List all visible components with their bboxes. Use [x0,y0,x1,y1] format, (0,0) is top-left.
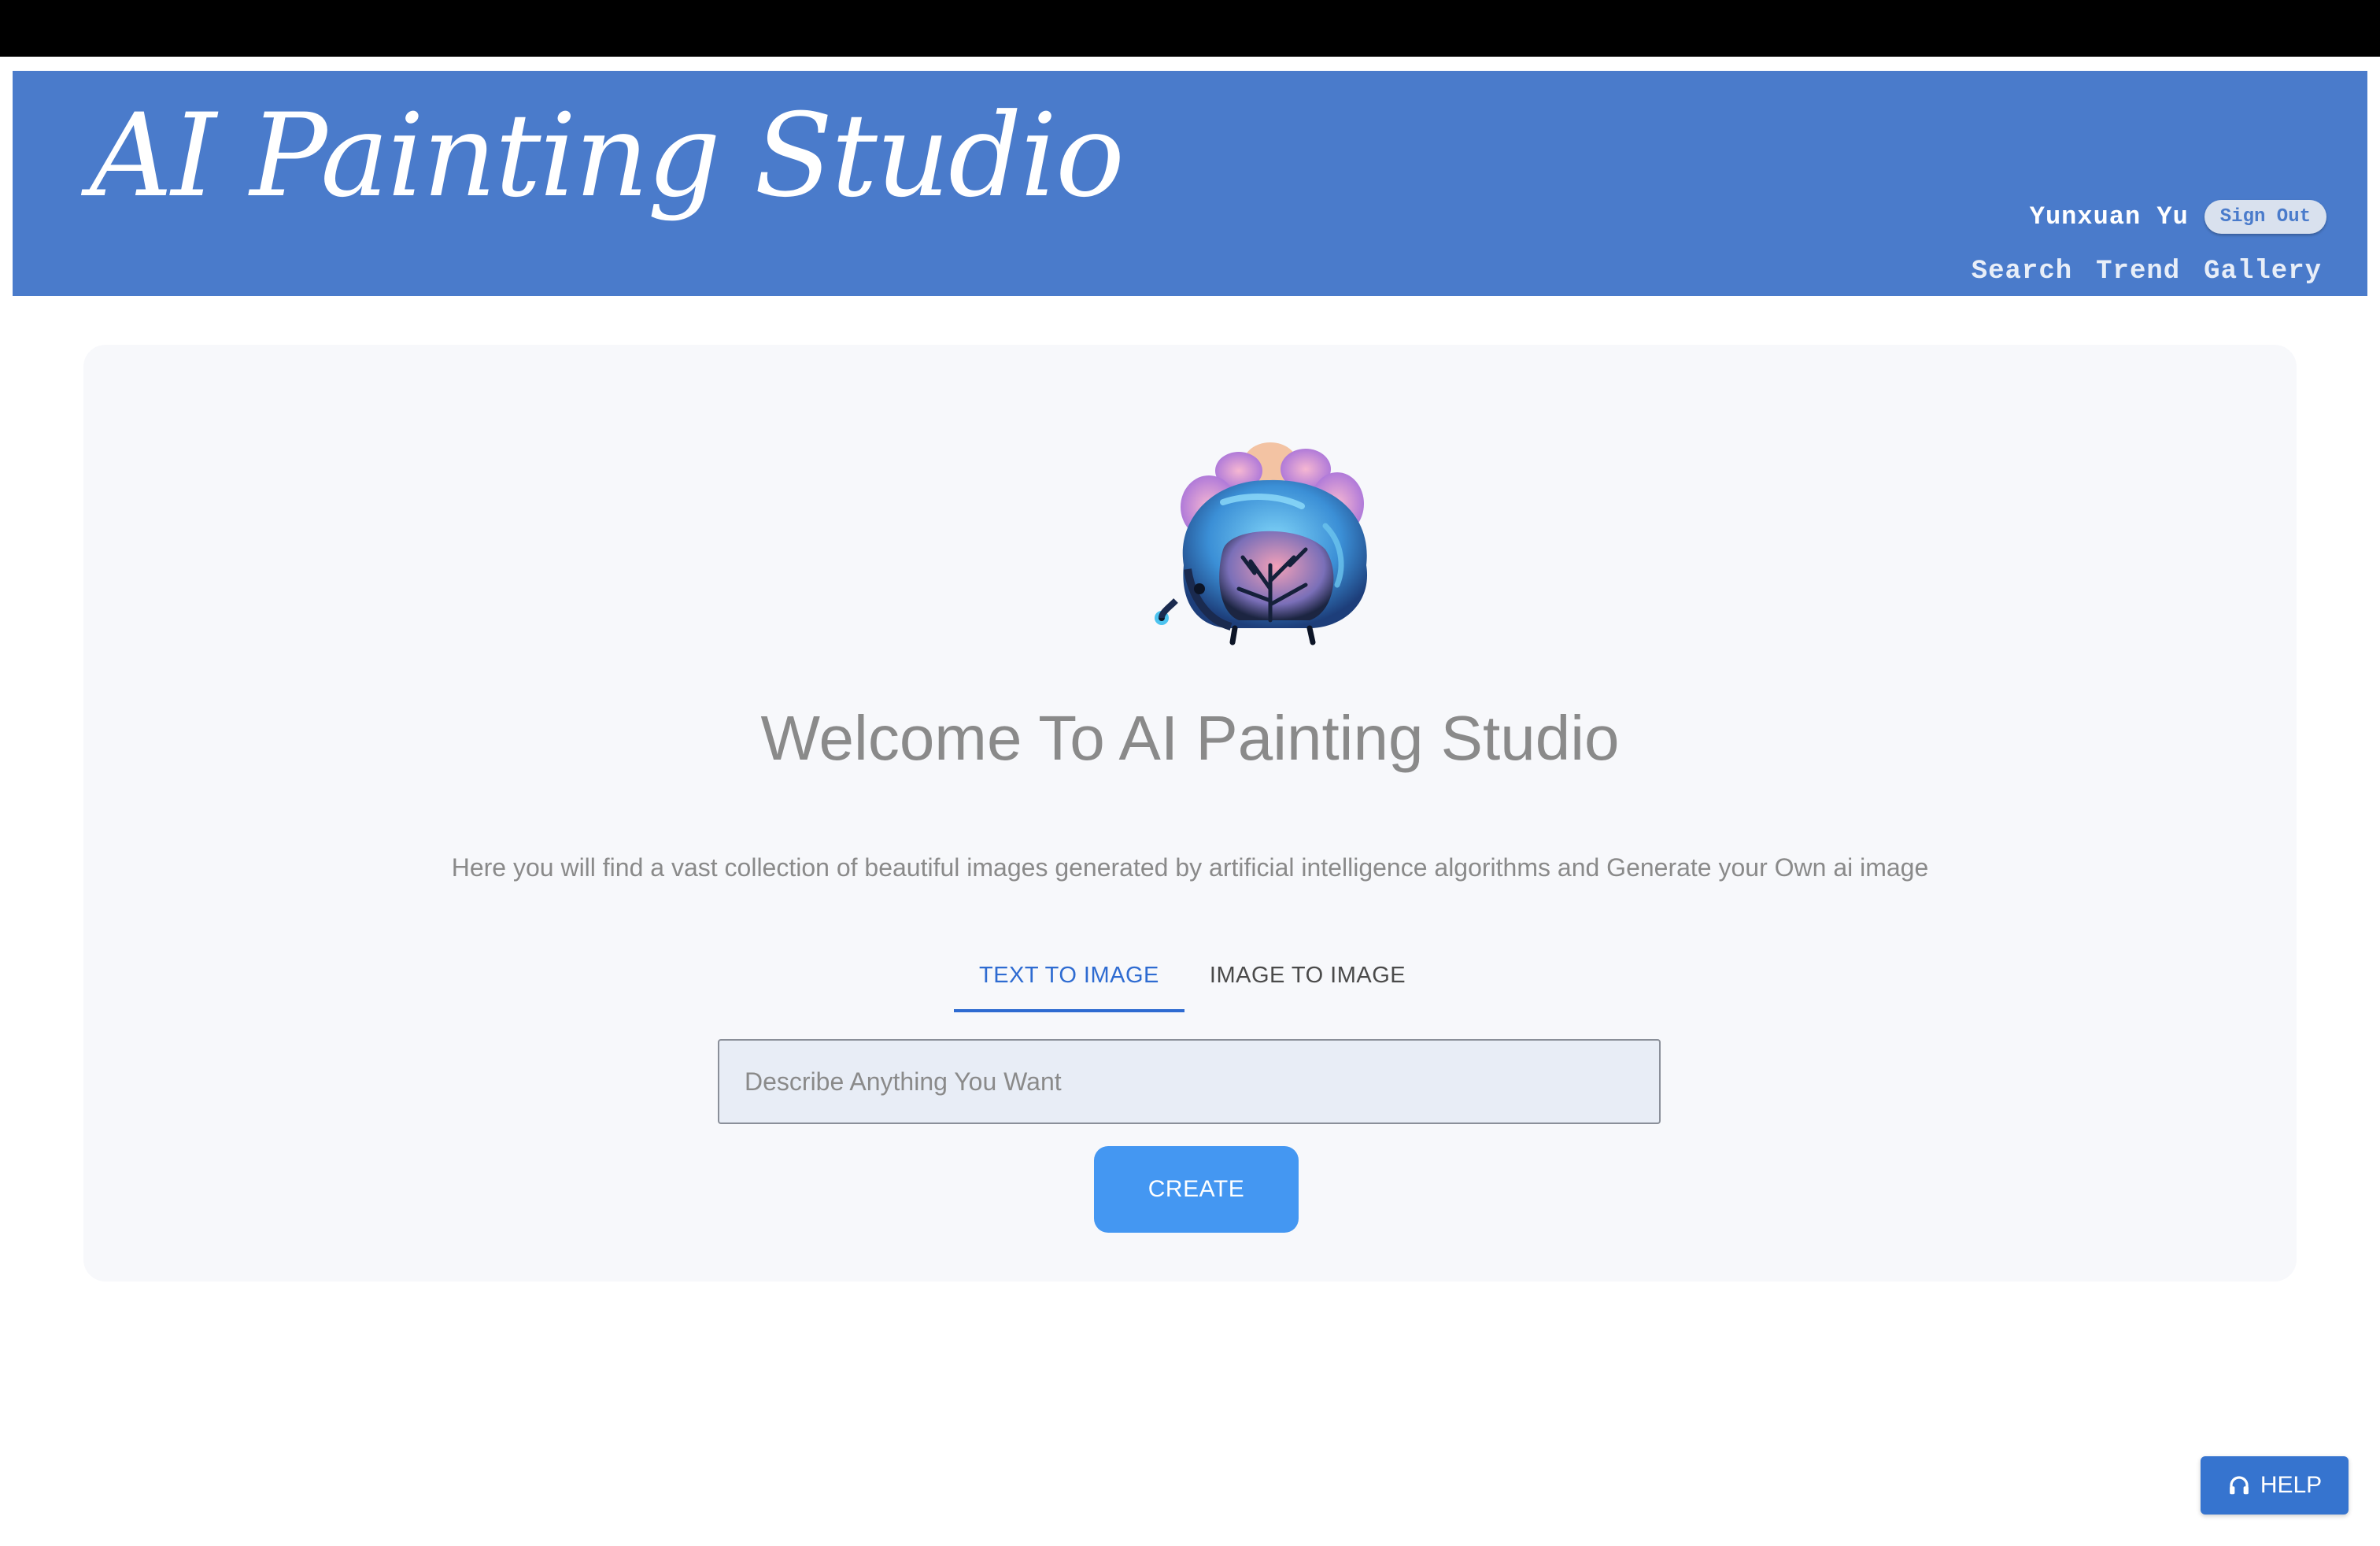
username: Yunxuan Yu [2029,202,2189,231]
prompt-input[interactable] [743,1066,1635,1097]
tab-text-to-image[interactable]: TEXT TO IMAGE [954,957,1184,1012]
welcome-card: Welcome To AI Painting Studio Here you w… [83,345,2297,1282]
nav-trend-link[interactable]: Trend [2096,257,2180,287]
create-button[interactable]: CREATE [1094,1146,1299,1233]
welcome-title: Welcome To AI Painting Studio [760,703,1620,773]
headset-icon [2227,1474,2251,1497]
help-label: HELP [2260,1472,2323,1498]
prompt-field[interactable] [718,1039,1661,1124]
user-row: Yunxuan Yu Sign Out [2030,200,2326,234]
help-button[interactable]: HELP [2201,1456,2349,1515]
main-nav: Search Trend Gallery [1972,257,2322,287]
nav-search-link[interactable]: Search [1972,257,2072,287]
welcome-subtitle: Here you will find a vast collection of … [451,853,1929,882]
sign-out-button[interactable]: Sign Out [2204,200,2326,234]
nav-gallery-link[interactable]: Gallery [2204,257,2322,287]
brain-tree-artwork-icon [1144,431,1396,652]
top-black-bar [0,0,2380,57]
mode-tabs: TEXT TO IMAGE IMAGE TO IMAGE [954,957,1431,1012]
site-brand-title[interactable]: AI Painting Studio [90,85,1125,227]
tab-image-to-image[interactable]: IMAGE TO IMAGE [1184,957,1431,1012]
site-header: AI Painting Studio Yunxuan Yu Sign Out S… [13,71,2367,296]
